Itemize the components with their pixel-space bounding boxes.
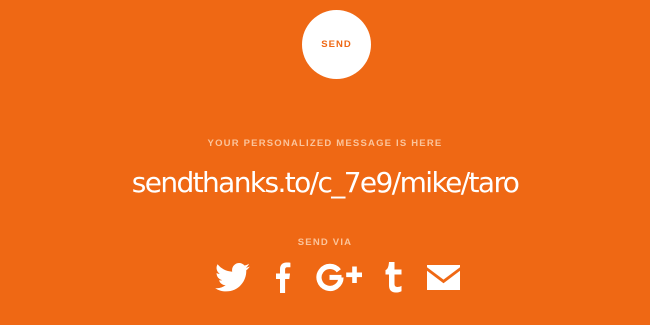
share-twitter-button[interactable] bbox=[214, 259, 250, 295]
message-heading: YOUR PERSONALIZED MESSAGE IS HERE bbox=[207, 138, 443, 149]
share-tumblr-button[interactable] bbox=[383, 259, 405, 295]
share-google-plus-button[interactable] bbox=[314, 259, 362, 295]
facebook-icon bbox=[276, 262, 291, 293]
share-facebook-button[interactable] bbox=[273, 259, 293, 295]
google-plus-icon bbox=[316, 263, 362, 291]
send-via-heading: SEND VIA bbox=[297, 237, 353, 248]
share-email-button[interactable] bbox=[426, 259, 460, 295]
share-icons bbox=[0, 259, 650, 295]
send-button[interactable]: SEND bbox=[302, 10, 371, 79]
message-url[interactable]: sendthanks.to/c_7e9/mike/taro bbox=[0, 163, 650, 203]
mail-icon bbox=[426, 264, 460, 290]
tumblr-icon bbox=[385, 261, 402, 292]
twitter-icon bbox=[214, 262, 250, 291]
